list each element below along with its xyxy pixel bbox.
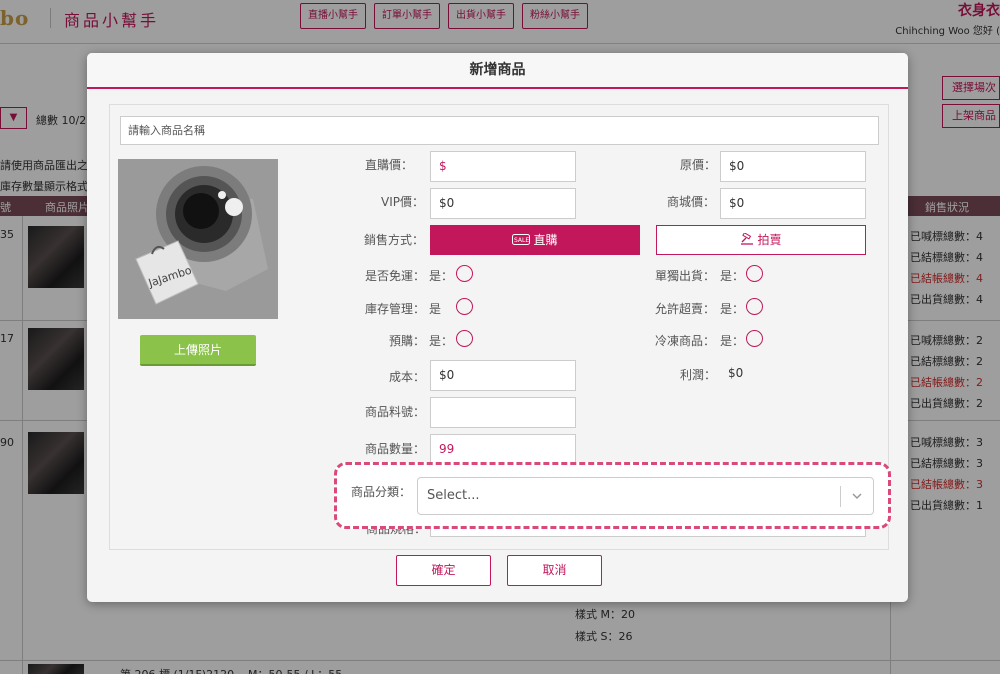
free-shipping-label: 是否免運： <box>365 269 426 283</box>
direct-price-label: 直購價： <box>365 158 414 172</box>
product-photo-placeholder[interactable]: JaJambo <box>118 159 278 319</box>
confirm-button[interactable]: 確定 <box>396 555 491 586</box>
oversell-option-label: 是： <box>720 302 745 316</box>
sale-direct-button[interactable]: SALE 直購 <box>430 225 640 255</box>
sale-method-label: 銷售方式： <box>364 233 425 247</box>
category-highlight: 商品分類： Select... <box>334 462 891 529</box>
mall-price-input[interactable]: $0 <box>720 188 866 219</box>
vip-price-label: VIP價： <box>381 195 424 209</box>
vip-price-input[interactable]: $0 <box>430 188 576 219</box>
sale-tag-icon: SALE <box>512 227 531 255</box>
gavel-icon <box>740 227 754 255</box>
frozen-radio[interactable] <box>746 330 763 347</box>
cancel-button[interactable]: 取消 <box>507 555 602 586</box>
inventory-option-label: 是 <box>429 302 442 316</box>
separate-shipping-label: 單獨出貨： <box>655 269 716 283</box>
frozen-label: 冷凍商品： <box>655 334 716 348</box>
separate-shipping-radio[interactable] <box>746 265 763 282</box>
original-price-label: 原價： <box>680 158 717 172</box>
category-placeholder: Select... <box>427 488 480 503</box>
oversell-label: 允許超賣： <box>655 302 716 316</box>
select-separator <box>840 486 841 507</box>
spec-label: 商品規格： <box>366 528 427 536</box>
frozen-option-label: 是： <box>720 334 745 348</box>
category-label: 商品分類： <box>351 485 412 499</box>
profit-value: $0 <box>728 366 744 380</box>
category-select[interactable]: Select... <box>417 477 874 515</box>
sale-auction-button[interactable]: 拍賣 <box>656 225 866 255</box>
profit-label: 利潤： <box>680 368 717 382</box>
inventory-label: 庫存管理： <box>365 302 426 316</box>
separate-shipping-option-label: 是： <box>720 269 745 283</box>
preorder-radio[interactable] <box>456 330 473 347</box>
original-price-input[interactable]: $0 <box>720 151 866 182</box>
cost-input[interactable]: $0 <box>430 360 576 391</box>
free-shipping-radio[interactable] <box>456 265 473 282</box>
quantity-input[interactable]: 99 <box>430 434 576 465</box>
cost-label: 成本： <box>389 370 426 384</box>
product-name-input[interactable]: 請輸入商品名稱 <box>120 116 879 145</box>
chevron-down-icon[interactable] <box>851 490 863 502</box>
modal-title-underline <box>87 87 908 89</box>
sku-input[interactable] <box>430 397 576 428</box>
quantity-label: 商品數量： <box>365 442 426 456</box>
free-shipping-option-label: 是： <box>429 269 454 283</box>
mall-price-label: 商城價： <box>667 195 716 209</box>
inventory-radio[interactable] <box>456 298 473 315</box>
camera-lens-icon: JaJambo <box>135 166 268 305</box>
oversell-radio[interactable] <box>746 298 763 315</box>
preorder-option-label: 是： <box>429 334 454 348</box>
svg-text:SALE: SALE <box>514 237 529 244</box>
upload-photo-button[interactable]: 上傳照片 <box>140 335 256 366</box>
preorder-label: 預購： <box>389 334 426 348</box>
modal-title: 新增商品 <box>87 53 908 87</box>
sku-label: 商品料號： <box>365 405 426 419</box>
direct-price-input[interactable]: $ <box>430 151 576 182</box>
